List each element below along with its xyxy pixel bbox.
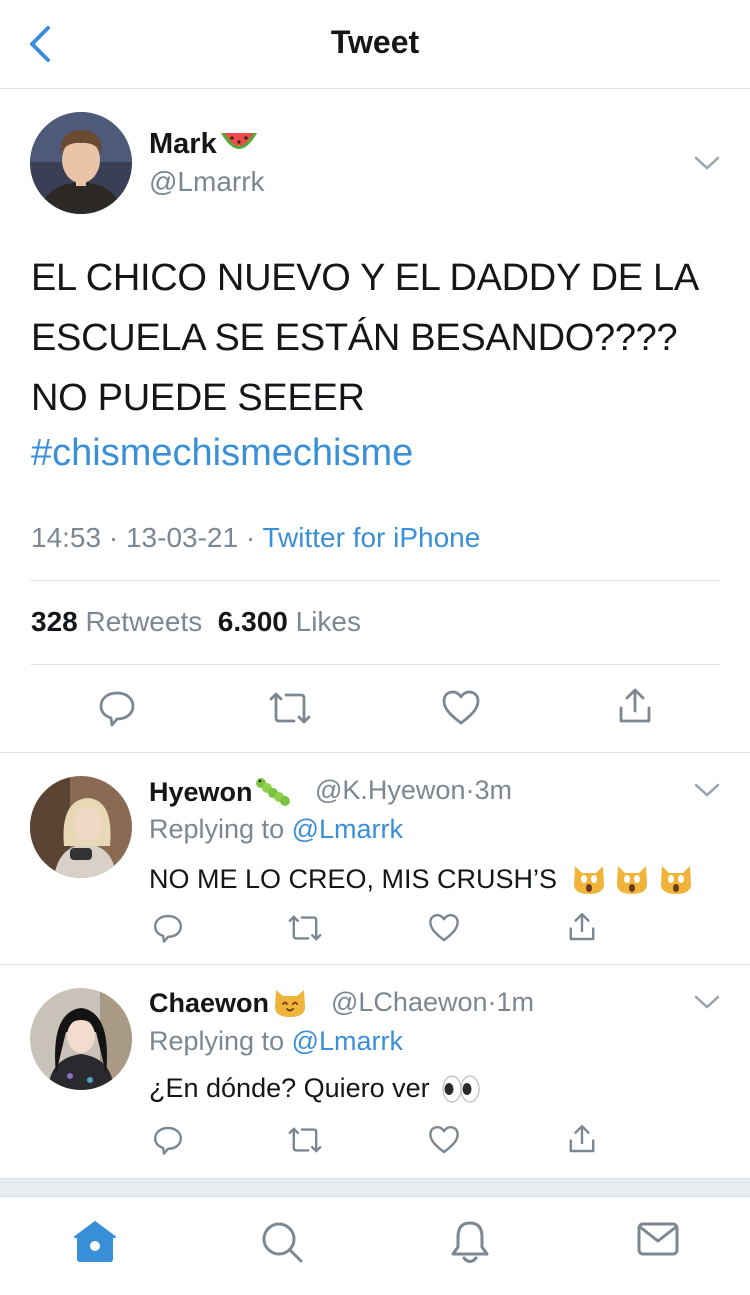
retweet-icon [269,692,311,724]
share-icon [619,688,651,723]
hashtag-link[interactable]: #chismechismechisme [31,428,413,478]
heart-icon [429,914,459,942]
share-button[interactable] [566,911,598,943]
screaming-cat-emoji [614,862,650,896]
reply-text: ¿En dónde? Quiero ver [149,1073,481,1104]
reply-author-name[interactable]: Hyewon [149,775,293,809]
retweet-icon [288,1127,322,1153]
replying-to-link[interactable]: @Lmarrk [292,814,403,844]
section-gap [0,1178,750,1196]
meta-separator: · [108,522,119,553]
avatar[interactable] [30,776,132,878]
tab-home[interactable] [72,1219,118,1263]
retweet-button[interactable] [287,1124,323,1156]
chevron-down-icon[interactable] [694,782,720,798]
tab-messages[interactable] [636,1219,680,1259]
divider [31,664,720,665]
tweet-source-link[interactable]: Twitter for iPhone [262,522,480,553]
share-button[interactable] [566,1123,598,1155]
share-icon [569,1125,595,1153]
like-button[interactable] [441,688,481,728]
divider [0,752,750,753]
like-button[interactable] [428,912,460,944]
watermelon-emoji [219,129,259,159]
avatar[interactable] [30,112,132,214]
reply-handle-time: @LChaewon·1m [331,987,535,1017]
heart-icon [429,1126,459,1154]
replying-to-link[interactable]: @Lmarrk [292,1026,403,1056]
retweet-button[interactable] [287,912,323,944]
tweet-date: 13-03-21 [125,522,239,553]
retweet-icon [288,915,322,941]
heart-icon [442,690,480,725]
tweet-text: EL CHICO NUEVO Y EL DADDY DE LA ESCUELA … [31,257,697,419]
screaming-cat-emoji [571,862,607,896]
reply-icon [99,691,135,727]
reply-button[interactable] [97,688,137,728]
avatar[interactable] [30,988,132,1090]
tweet-meta: 14:53 · 13-03-21 · Twitter for iPhone [31,522,480,554]
eyes-emoji [441,1074,481,1104]
reply-button[interactable] [152,912,184,944]
search-icon [262,1222,303,1263]
divider [0,964,750,965]
meta-separator: · [245,522,256,553]
notifications-icon [451,1221,489,1263]
reply-text: NO ME LO CREO, MIS CRUSH’S [149,862,694,896]
likes-stat[interactable]: 6.300 Likes [218,606,361,637]
reply-button[interactable] [152,1124,184,1156]
chevron-down-icon[interactable] [694,994,720,1010]
home-icon [74,1221,116,1262]
messages-icon [637,1222,679,1256]
retweets-stat[interactable]: 328 Retweets [31,606,202,637]
page-title: Tweet [330,24,420,60]
author-name[interactable]: Mark [149,128,259,161]
retweet-button[interactable] [268,688,312,728]
screaming-cat-emoji [658,862,694,896]
caterpillar-emoji [255,775,293,809]
share-button[interactable] [615,686,655,726]
reply-author-name[interactable]: Chaewon [149,987,307,1019]
divider [31,580,720,581]
share-icon [569,913,595,941]
reply-handle-time: @K.Hyewon·3m [315,775,512,805]
tweet-time: 14:53 [31,522,102,553]
reply-icon [154,914,182,943]
replying-to: Replying to @Lmarrk [149,814,404,844]
replying-to: Replying to @Lmarrk [149,1026,404,1056]
tab-search[interactable] [259,1219,305,1265]
author-handle[interactable]: @Lmarrk [149,166,265,198]
like-button[interactable] [428,1124,460,1156]
nav-header: Tweet [0,0,750,89]
tab-notifications[interactable] [448,1219,492,1265]
cat-face-emoji [273,987,307,1019]
tweet-stats: 328 Retweets 6.300 Likes [31,606,361,638]
reply-icon [154,1126,182,1155]
tab-bar [0,1196,750,1295]
chevron-down-icon[interactable] [694,155,720,171]
